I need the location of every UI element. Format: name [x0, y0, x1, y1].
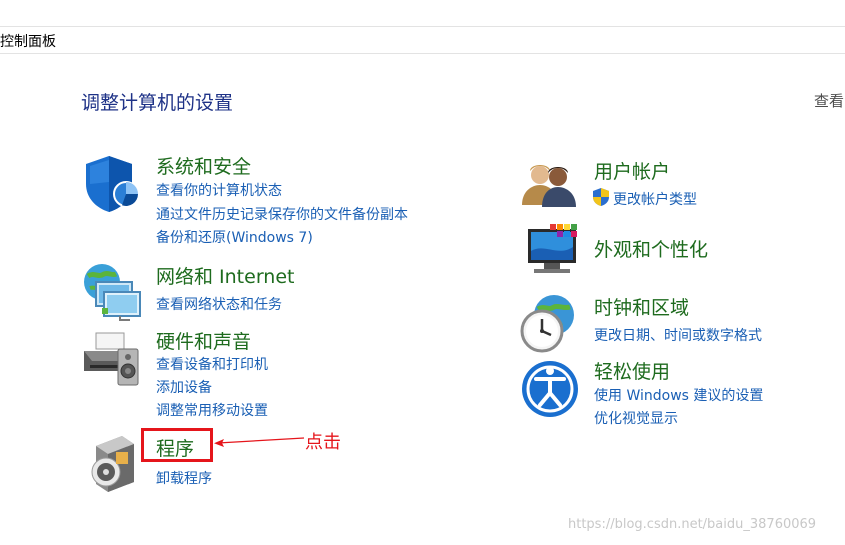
category-link[interactable]: 使用 Windows 建议的设置	[594, 385, 763, 405]
category-link[interactable]: 调整常用移动设置	[156, 400, 268, 420]
category-link[interactable]: 优化视觉显示	[594, 408, 678, 428]
category-link[interactable]: 通过文件历史记录保存你的文件备份副本	[156, 204, 408, 224]
breadcrumb[interactable]: 控制面板	[0, 31, 56, 51]
category-title[interactable]: 用户帐户	[594, 157, 670, 184]
ease-of-access-icon[interactable]	[520, 357, 582, 419]
page-title: 调整计算机的设置	[81, 92, 234, 114]
category-link[interactable]: 查看网络状态和任务	[156, 294, 282, 314]
display-palette-icon[interactable]	[520, 223, 582, 285]
printer-icon[interactable]	[82, 327, 144, 389]
clock-globe-icon[interactable]	[520, 293, 582, 355]
network-globe-icon[interactable]	[82, 262, 144, 324]
annotation-arrow	[214, 437, 305, 447]
category-title[interactable]: 硬件和声音	[156, 327, 251, 354]
category-link[interactable]: 备份和还原(Windows 7)	[156, 227, 313, 247]
category-link[interactable]: 卸载程序	[156, 468, 212, 488]
highlight-box	[141, 428, 213, 462]
top-divider	[0, 26, 845, 27]
category-link[interactable]: 查看你的计算机状态	[156, 180, 282, 200]
uac-shield-icon	[593, 188, 609, 206]
programs-disc-icon[interactable]	[82, 432, 144, 494]
category-title[interactable]: 轻松使用	[594, 357, 670, 384]
view-by-label: 查看	[814, 92, 845, 110]
category-title[interactable]: 系统和安全	[156, 152, 251, 179]
category-link[interactable]: 查看设备和打印机	[156, 354, 268, 374]
users-icon[interactable]	[520, 157, 582, 219]
shield-icon[interactable]	[82, 152, 144, 214]
category-link[interactable]: 添加设备	[156, 377, 212, 397]
category-title[interactable]: 网络和 Internet	[156, 262, 294, 289]
annotation-label: 点击	[305, 432, 341, 453]
watermark: https://blog.csdn.net/baidu_38760069	[568, 517, 817, 532]
category-title[interactable]: 外观和个性化	[594, 235, 708, 262]
category-link[interactable]: 更改日期、时间或数字格式	[594, 325, 762, 345]
category-title[interactable]: 时钟和区域	[594, 293, 689, 320]
breadcrumb-divider	[0, 53, 845, 54]
category-link[interactable]: 更改帐户类型	[613, 189, 697, 209]
